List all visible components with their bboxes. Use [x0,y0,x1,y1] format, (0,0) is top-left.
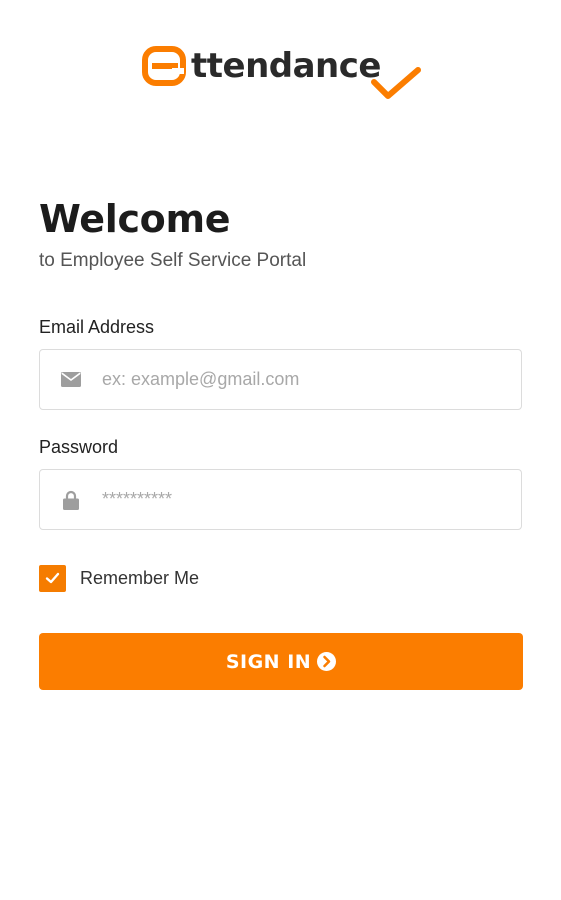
password-input[interactable] [102,470,502,529]
email-field-container[interactable] [39,349,522,410]
remember-me-label: Remember Me [80,567,200,588]
email-input[interactable] [102,350,502,409]
email-label: Email Address [39,317,155,337]
logo-checkmark-icon [371,67,421,99]
arrow-circle-right-icon [317,652,337,671]
app-logo: ttendance [142,42,432,104]
checkmark-icon [45,572,60,584]
sign-in-button[interactable]: SIGN IN [39,633,523,690]
remember-me-checkbox[interactable] [39,564,66,592]
sign-in-label: SIGN IN [225,650,312,673]
lock-icon [60,470,82,529]
logo-e-mark [142,46,186,86]
page-subtitle: to Employee Self Service Portal [39,250,307,271]
logo-text: ttendance [191,46,381,86]
password-label: Password [39,437,119,457]
password-field-container[interactable] [39,469,522,530]
remember-me[interactable]: Remember Me [39,564,199,592]
envelope-icon [60,350,82,409]
page-title: Welcome [39,197,231,241]
